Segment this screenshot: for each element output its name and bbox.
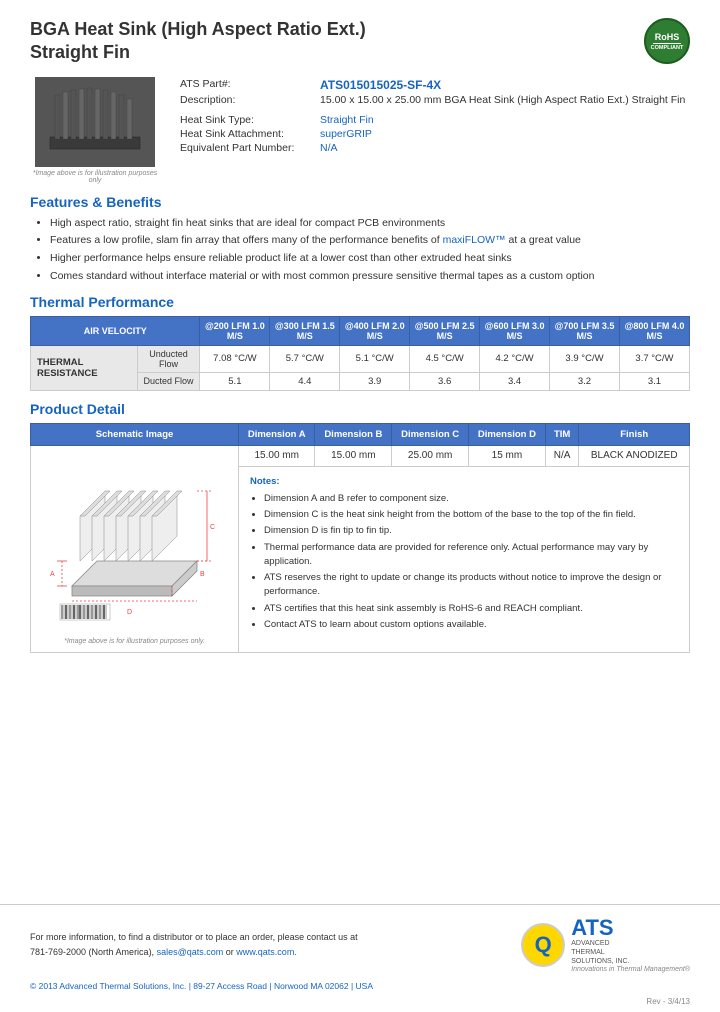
dim-d-header: Dimension D xyxy=(469,423,546,445)
ats-full-name: ADVANCEDTHERMALSOLUTIONS, INC. xyxy=(571,939,690,966)
svg-text:D: D xyxy=(127,609,132,616)
footer-email[interactable]: sales@qats.com xyxy=(157,947,224,957)
dim-b-header: Dimension B xyxy=(315,423,392,445)
schematic-caption: *Image above is for illustration purpose… xyxy=(36,635,233,648)
finish-value: BLACK ANODIZED xyxy=(579,445,690,466)
footer-website[interactable]: www.qats.com. xyxy=(236,947,297,957)
dim-c-value: 25.00 mm xyxy=(392,445,469,466)
feature-item-1: High aspect ratio, straight fin heat sin… xyxy=(50,216,690,231)
note-7: Contact ATS to learn about custom option… xyxy=(264,618,678,632)
heat-sink-type-row: Heat Sink Type: Straight Fin xyxy=(176,113,690,127)
detail-values-row: A B C xyxy=(31,445,690,466)
ducted-label: Ducted Flow xyxy=(137,372,200,390)
features-heading: Features & Benefits xyxy=(30,194,690,210)
notes-list: Dimension A and B refer to component siz… xyxy=(250,492,678,632)
image-caption: *Image above is for illustration purpose… xyxy=(30,170,160,184)
part-info-row: *Image above is for illustration purpose… xyxy=(30,77,690,184)
dim-c-header: Dimension C xyxy=(392,423,469,445)
ats-text-block: ATS ADVANCEDTHERMALSOLUTIONS, INC. Innov… xyxy=(571,917,690,973)
col-700lfm: @700 LFM 3.5 M/S xyxy=(550,316,620,345)
notes-area: Notes: Dimension A and B refer to compon… xyxy=(244,471,684,639)
footer-copyright: © 2013 Advanced Thermal Solutions, Inc. … xyxy=(0,981,720,997)
main-content: BGA Heat Sink (High Aspect Ratio Ext.) S… xyxy=(0,0,720,894)
col-800lfm: @800 LFM 4.0 M/S xyxy=(619,316,689,345)
feature-item-4: Comes standard without interface materia… xyxy=(50,269,690,284)
header-row: BGA Heat Sink (High Aspect Ratio Ext.) S… xyxy=(30,18,690,65)
finish-header: Finish xyxy=(579,423,690,445)
note-1: Dimension A and B refer to component siz… xyxy=(264,492,678,506)
product-image-area: *Image above is for illustration purpose… xyxy=(30,77,160,184)
tim-header: TIM xyxy=(545,423,579,445)
rohs-badge: RoHS COMPLIANT xyxy=(644,18,690,64)
footer-area: For more information, to find a distribu… xyxy=(0,905,720,981)
feature-item-3: Higher performance helps ensure reliable… xyxy=(50,251,690,266)
features-list: High aspect ratio, straight fin heat sin… xyxy=(30,216,690,284)
footer-or: or xyxy=(226,947,234,957)
part-info-table: ATS Part#: ATS015015025-SF-4X Descriptio… xyxy=(176,77,690,155)
note-2: Dimension C is the heat sink height from… xyxy=(264,508,678,522)
dim-a-header: Dimension A xyxy=(239,423,315,445)
page-title: BGA Heat Sink (High Aspect Ratio Ext.) S… xyxy=(30,18,366,65)
note-3: Dimension D is fin tip to fin tip. xyxy=(264,524,678,538)
tim-value: N/A xyxy=(545,445,579,466)
col-400lfm: @400 LFM 2.0 M/S xyxy=(340,316,410,345)
notes-cell: Notes: Dimension A and B refer to compon… xyxy=(239,466,690,652)
unducted-label: Unducted Flow xyxy=(137,345,200,372)
note-4: Thermal performance data are provided fo… xyxy=(264,541,678,570)
equiv-part-row: Equivalent Part Number: N/A xyxy=(176,141,690,155)
schematic-col-header: Schematic Image xyxy=(31,423,239,445)
note-6: ATS certifies that this heat sink assemb… xyxy=(264,602,678,616)
svg-text:B: B xyxy=(200,571,205,578)
notes-title: Notes: xyxy=(250,475,678,489)
heatsink-image xyxy=(35,77,155,167)
product-title-block: BGA Heat Sink (High Aspect Ratio Ext.) S… xyxy=(30,18,366,65)
attachment-row: Heat Sink Attachment: superGRIP xyxy=(176,127,690,141)
ats-name: ATS xyxy=(571,917,690,939)
feature-item-2: Features a low profile, slam fin array t… xyxy=(50,233,690,248)
svg-text:C: C xyxy=(210,524,215,531)
dim-d-value: 15 mm xyxy=(469,445,546,466)
thermal-performance-table: AIR VELOCITY @200 LFM 1.0 M/S @300 LFM 1… xyxy=(30,316,690,391)
col-600lfm: @600 LFM 3.0 M/S xyxy=(480,316,550,345)
footer-revision: Rev - 3/4/13 xyxy=(0,997,720,1012)
note-5: ATS reserves the right to update or chan… xyxy=(264,571,678,600)
ats-tagline: Innovations in Thermal Management® xyxy=(571,966,690,973)
product-detail-heading: Product Detail xyxy=(30,401,690,417)
ats-logo-area: Q ATS ADVANCEDTHERMALSOLUTIONS, INC. Inn… xyxy=(521,917,690,973)
thermal-performance-heading: Thermal Performance xyxy=(30,294,690,310)
footer-contact: For more information, to find a distribu… xyxy=(30,930,358,959)
ats-logo-circle: Q xyxy=(521,923,565,967)
thermal-resistance-label: THERMAL RESISTANCE xyxy=(31,345,138,390)
dim-b-value: 15.00 mm xyxy=(315,445,392,466)
air-velocity-header: AIR VELOCITY xyxy=(31,316,200,345)
schematic-svg-area: A B C xyxy=(36,450,233,635)
svg-text:A: A xyxy=(50,571,55,578)
part-details: ATS Part#: ATS015015025-SF-4X Descriptio… xyxy=(176,77,690,184)
product-detail-table: Schematic Image Dimension A Dimension B … xyxy=(30,423,690,653)
description-row: Description: 15.00 x 15.00 x 25.00 mm BG… xyxy=(176,93,690,107)
col-200lfm: @200 LFM 1.0 M/S xyxy=(200,316,270,345)
schematic-cell: A B C xyxy=(31,445,239,652)
page-wrapper: BGA Heat Sink (High Aspect Ratio Ext.) S… xyxy=(0,0,720,1012)
col-300lfm: @300 LFM 1.5 M/S xyxy=(270,316,340,345)
dim-a-value: 15.00 mm xyxy=(239,445,315,466)
part-number-row: ATS Part#: ATS015015025-SF-4X xyxy=(176,77,690,93)
col-500lfm: @500 LFM 2.5 M/S xyxy=(410,316,480,345)
unducted-row: THERMAL RESISTANCE Unducted Flow 7.08 °C… xyxy=(31,345,690,372)
